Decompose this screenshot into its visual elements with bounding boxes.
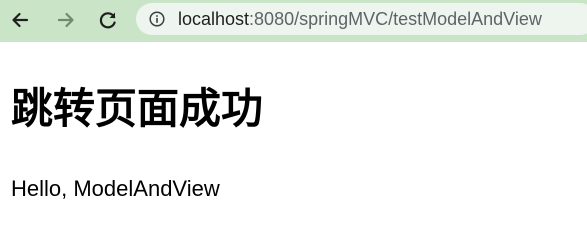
browser-toolbar: localhost:8080/springMVC/testModelAndVie… <box>0 0 587 42</box>
page-message: Hello, ModelAndView <box>11 176 220 201</box>
page-content: 跳转页面成功 Hello, ModelAndView <box>0 42 587 242</box>
reload-icon <box>99 12 116 29</box>
forward-button[interactable] <box>52 6 80 34</box>
arrow-left-icon <box>12 12 29 28</box>
url-text[interactable]: localhost:8080/springMVC/testModelAndVie… <box>178 3 542 35</box>
reload-button[interactable] <box>94 6 122 34</box>
back-button[interactable] <box>6 6 34 34</box>
info-icon[interactable] <box>149 11 165 27</box>
arrow-right-icon <box>57 12 74 28</box>
url-path: :8080/springMVC/testModelAndView <box>249 9 542 29</box>
address-bar[interactable]: localhost:8080/springMVC/testModelAndVie… <box>136 3 587 35</box>
url-host: localhost <box>178 9 250 29</box>
page-heading: 跳转页面成功 <box>11 84 264 133</box>
